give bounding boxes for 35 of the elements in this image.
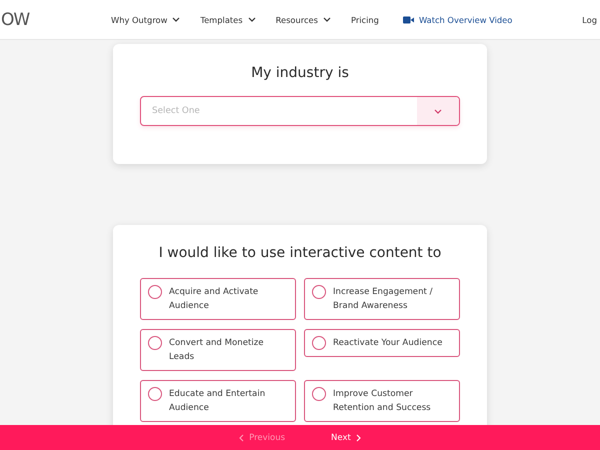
chevron-left-icon bbox=[239, 434, 244, 442]
nav-link[interactable]: Pricing bbox=[350, 14, 379, 24]
section-title: I would like to use interactive content to bbox=[158, 245, 442, 261]
option-card[interactable]: Educate and Entertain Audience bbox=[140, 380, 296, 422]
caret-icon bbox=[248, 17, 256, 22]
option-card[interactable]: Acquire and Activate Audience bbox=[140, 278, 296, 320]
chevron-right-icon bbox=[356, 434, 361, 442]
option-card[interactable]: Increase Engagement / Brand Awareness bbox=[304, 278, 460, 320]
option-card[interactable]: Reactivate Your Audience bbox=[304, 329, 460, 357]
option-label: Educate and Entertain Audience bbox=[169, 388, 266, 415]
option-label: Improve Customer Retention and Success bbox=[333, 388, 432, 415]
option-card[interactable]: Convert and Monetize Leads bbox=[140, 329, 296, 371]
login-link[interactable]: Log bbox=[582, 14, 597, 24]
radio-button[interactable] bbox=[312, 285, 326, 299]
nav-link[interactable]: Why Outgrow bbox=[111, 14, 180, 24]
next-button[interactable]: Next bbox=[329, 430, 363, 444]
radio-button[interactable] bbox=[148, 285, 162, 299]
radio-button[interactable] bbox=[312, 387, 326, 401]
video-camera-icon bbox=[402, 16, 414, 24]
option-label: Increase Engagement / Brand Awareness bbox=[333, 286, 434, 313]
option-label: Acquire and Activate Audience bbox=[169, 286, 260, 313]
nav-link[interactable]: Templates bbox=[200, 14, 256, 24]
option-card[interactable]: Improve Customer Retention and Success bbox=[304, 380, 460, 422]
option-label: Convert and Monetize Leads bbox=[169, 337, 265, 364]
section-title: My industry is bbox=[250, 65, 350, 81]
chevron-down-icon bbox=[434, 108, 442, 114]
radio-button[interactable] bbox=[148, 387, 162, 401]
option-label: Reactivate Your Audience bbox=[333, 337, 442, 350]
nav-link[interactable]: Resources bbox=[276, 14, 331, 24]
nav-link[interactable]: Watch Overview Video bbox=[402, 14, 512, 24]
radio-button[interactable] bbox=[312, 336, 326, 350]
caret-icon bbox=[322, 17, 331, 22]
radio-button[interactable] bbox=[148, 336, 162, 350]
caret-icon bbox=[172, 17, 180, 22]
logo-text[interactable]: OW bbox=[1, 10, 111, 30]
